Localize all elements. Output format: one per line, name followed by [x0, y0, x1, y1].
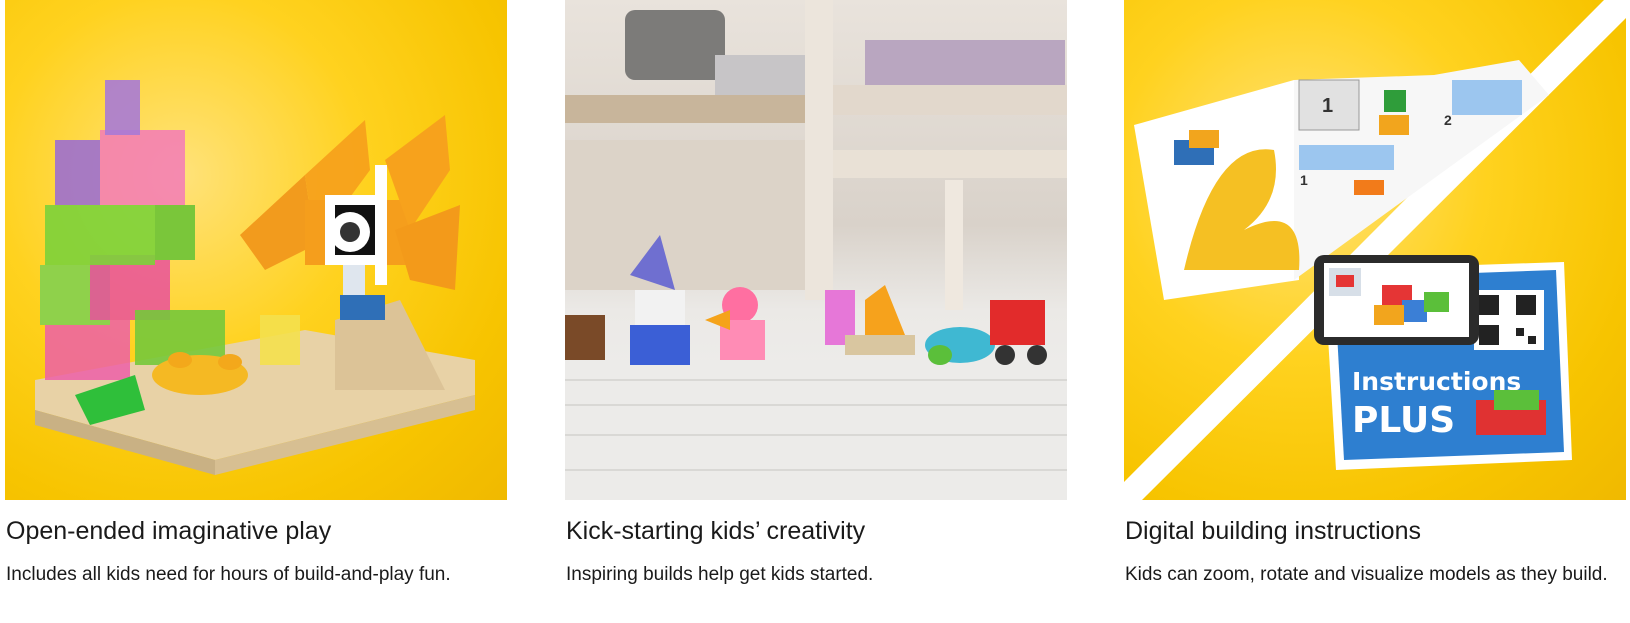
booklet-step-number: 1: [1322, 95, 1333, 117]
booklet-step-number: 2: [1444, 112, 1452, 128]
feature-title: Kick-starting kids’ creativity: [566, 517, 866, 545]
feature-description: Inspiring builds help get kids started.: [566, 563, 874, 585]
feature-title: Digital building instructions: [1125, 517, 1421, 545]
feature-title: Open-ended imaginative play: [6, 517, 332, 545]
feature-card-digital-instructions: 1 1 2 Instructions PLUS Digital building…: [1124, 0, 1626, 588]
feature-image-brick-models-row: [565, 0, 1067, 500]
feature-description: Kids can zoom, rotate and visualize mode…: [1125, 563, 1608, 585]
feature-card-imaginative-play: Open-ended imaginative play Includes all…: [5, 0, 507, 588]
badge-title-line2: PLUS: [1352, 400, 1455, 441]
feature-description: Includes all kids need for hours of buil…: [6, 563, 451, 585]
feature-image-transparent-bricks: [5, 0, 507, 500]
feature-card-creativity: Kick-starting kids’ creativity Inspiring…: [565, 0, 1067, 588]
feature-image-instructions: 1 1 2 Instructions PLUS: [1124, 0, 1626, 500]
booklet-step-number: 1: [1300, 172, 1308, 188]
